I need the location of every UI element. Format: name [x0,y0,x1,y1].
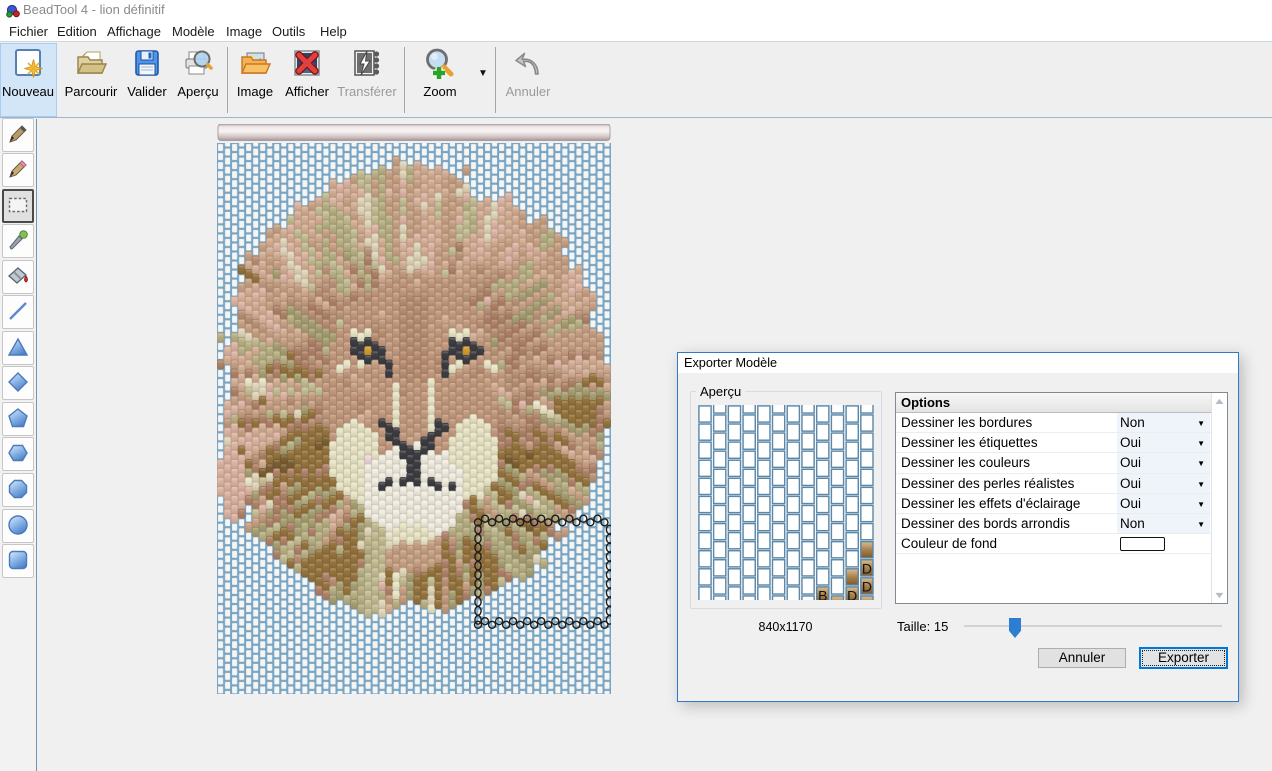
svg-text:B: B [818,587,827,600]
svg-text:D: D [862,578,872,594]
svg-text:A: A [862,596,872,600]
svg-text:D: D [847,587,857,600]
svg-text:D: D [862,560,872,576]
svg-text:B: B [833,596,842,600]
